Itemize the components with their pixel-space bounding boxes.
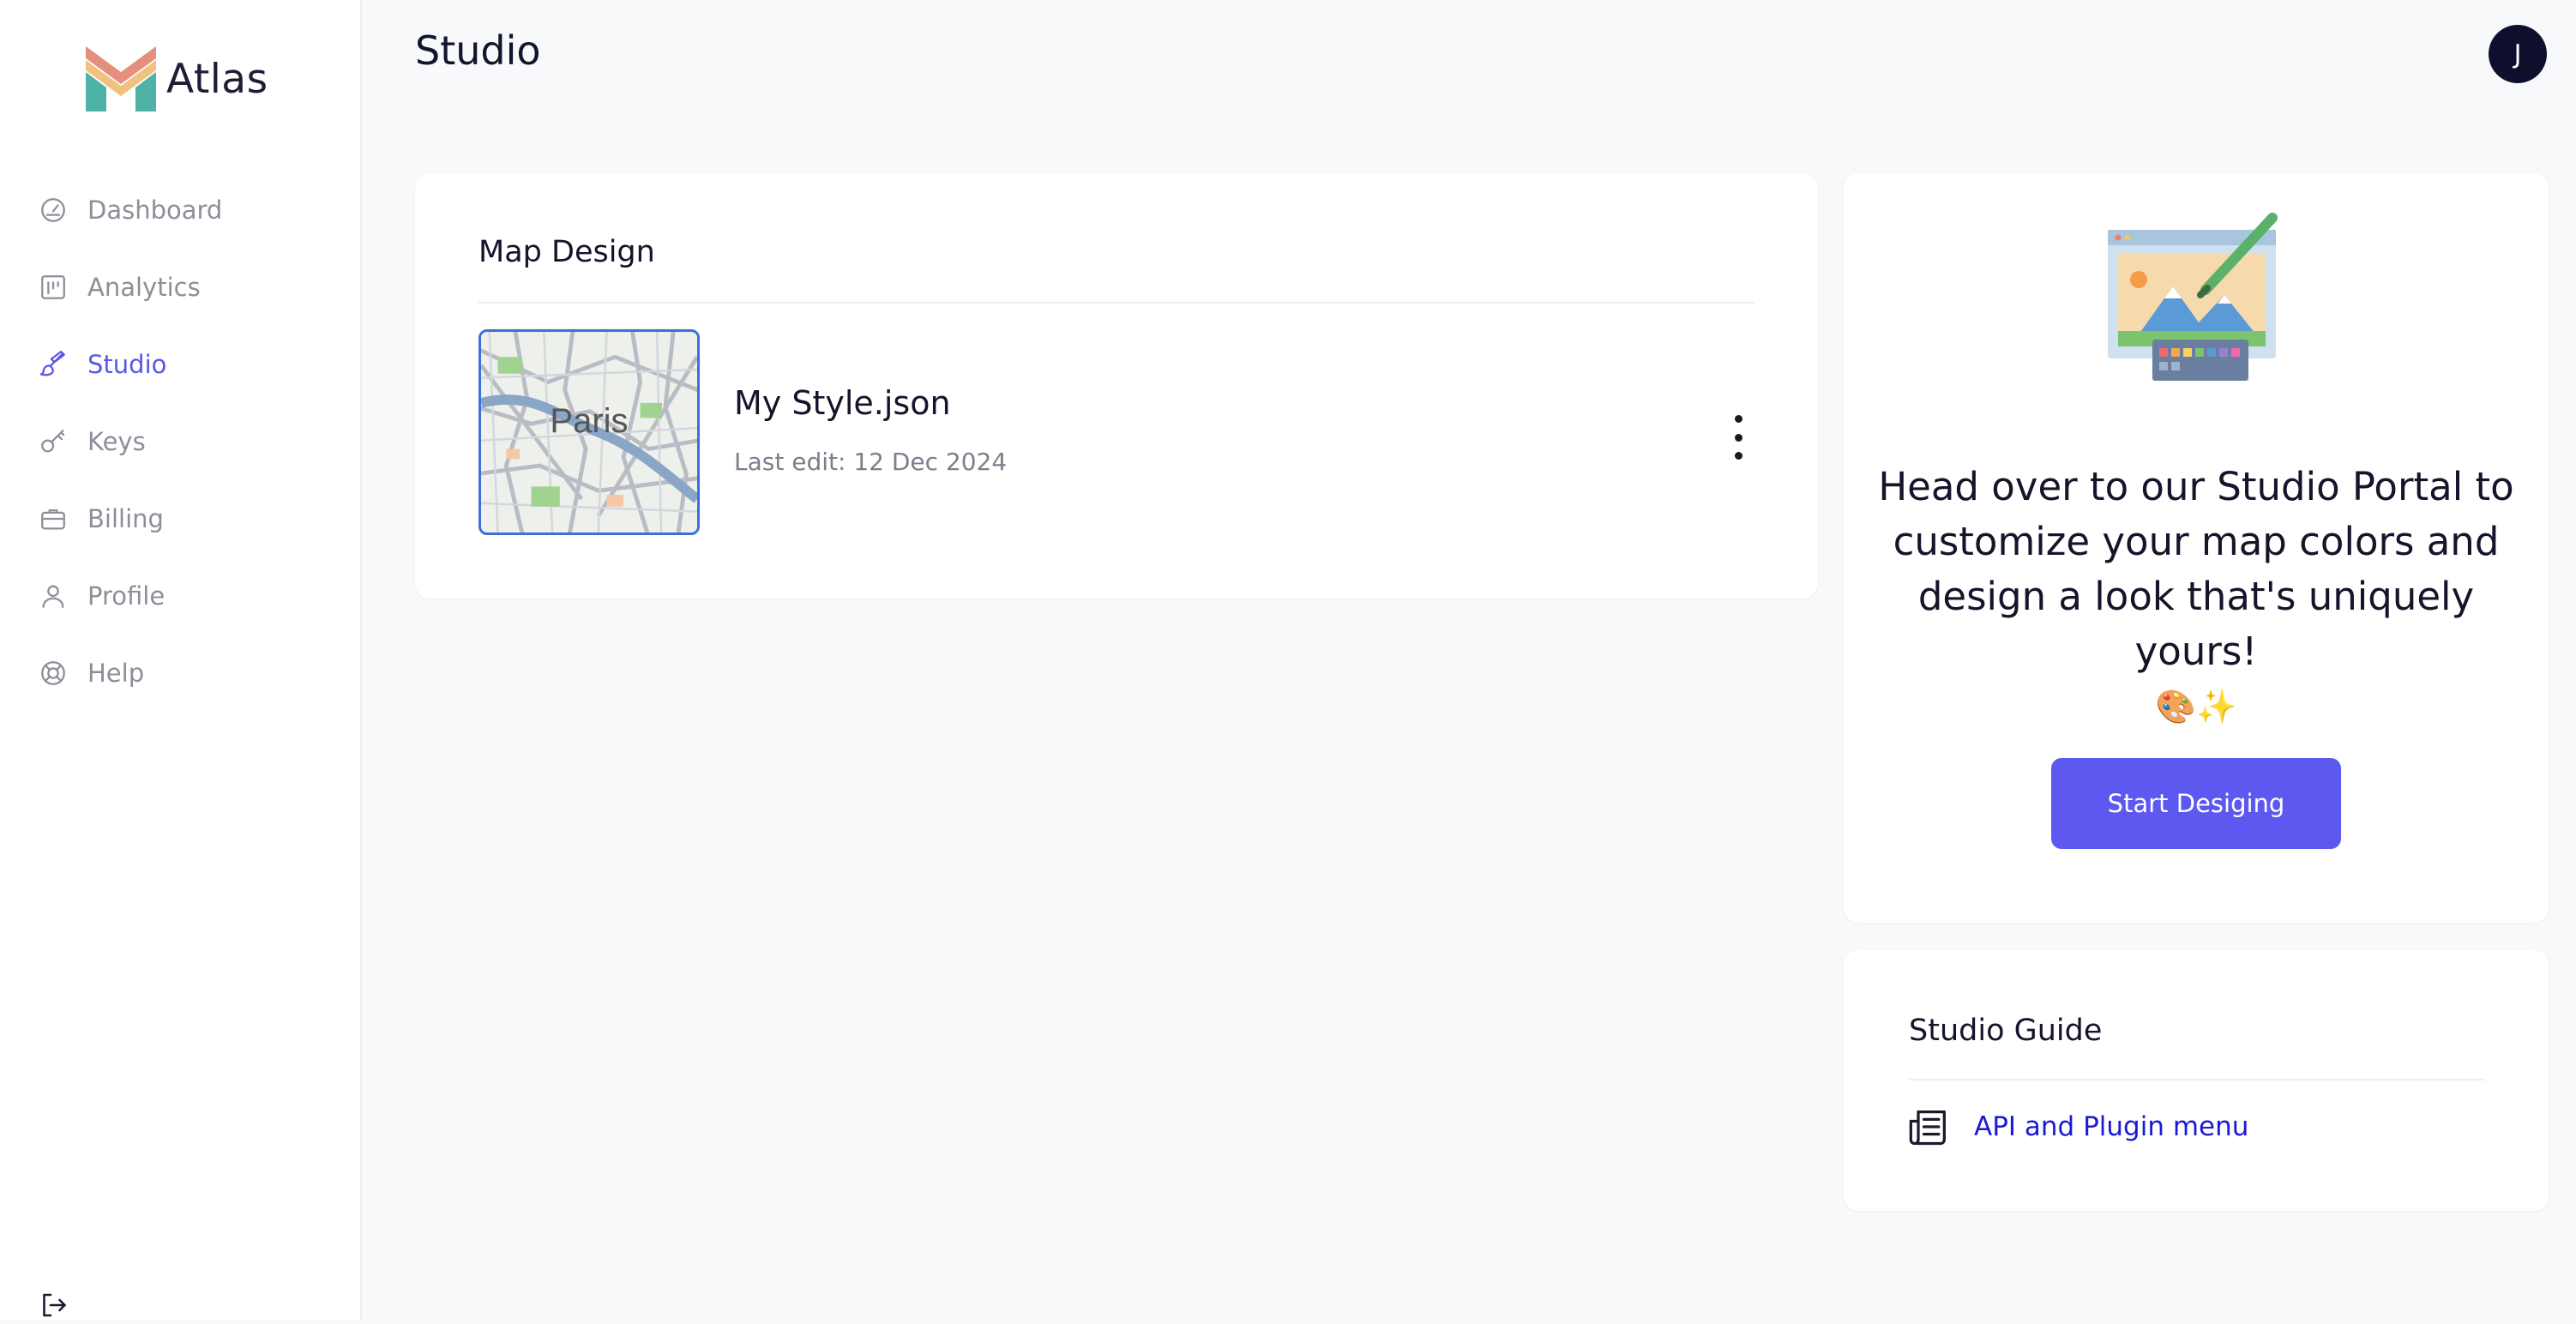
design-illustration [2108,213,2278,381]
key-icon [38,426,69,457]
map-thumbnail[interactable]: Paris [478,329,700,535]
api-plugin-menu-label: API and Plugin menu [1974,1111,2249,1142]
promo-message: Head over to our Studio Portal to custom… [1864,460,2528,734]
user-icon [38,581,69,611]
divider [478,302,1754,304]
logout-icon [43,1293,66,1317]
kebab-dot [1734,433,1742,442]
studio-guide-heading: Studio Guide [1909,1014,2103,1048]
more-options-button[interactable] [1725,415,1751,460]
page-title: Studio [415,27,541,74]
sidebar-item-label: Analytics [87,273,201,302]
sidebar: Atlas Dashboard Analytics Studio Keys Bi… [0,0,362,1321]
sidebar-item-billing[interactable]: Billing [38,493,164,545]
studio-guide-card: Studio Guide API and Plugin menu [1844,950,2549,1211]
sidebar-item-help[interactable]: Help [38,647,144,699]
sidebar-item-analytics[interactable]: Analytics [38,262,201,313]
promo-text: Head over to our Studio Portal to custom… [1878,464,2514,674]
palette-sparkles-emoji: 🎨✨ [2155,688,2237,725]
kebab-dot [1734,452,1742,460]
avatar[interactable]: J [2489,25,2547,83]
app-name: Atlas [166,55,268,103]
studio-promo-card: Head over to our Studio Portal to custom… [1844,173,2549,923]
api-plugin-menu-link[interactable]: API and Plugin menu [1907,1104,2248,1149]
sidebar-item-dashboard[interactable]: Dashboard [38,184,222,236]
lifebuoy-icon [38,658,69,689]
briefcase-icon [38,503,69,534]
map-design-card: Map Design Paris My Style.json Last edit… [415,173,1818,599]
style-file-name[interactable]: My Style.json [734,384,951,422]
sidebar-item-label: Dashboard [87,196,223,225]
sidebar-item-keys[interactable]: Keys [38,416,146,467]
sidebar-item-label: Billing [87,504,164,533]
sidebar-item-label: Keys [87,427,146,456]
kebab-dot [1734,415,1742,423]
last-edit-date: Last edit: 12 Dec 2024 [734,448,1008,476]
chart-icon [38,272,69,303]
logout-button[interactable] [38,1290,69,1321]
sidebar-item-profile[interactable]: Profile [38,570,165,622]
sidebar-item-label: Help [87,659,145,688]
atlas-logo-icon [86,46,156,111]
sidebar-item-studio[interactable]: Studio [38,339,166,390]
map-thumbnail-label: Paris [550,402,629,440]
start-designing-button[interactable]: Start Desiging [2051,758,2341,849]
divider [1909,1079,2485,1080]
sidebar-item-label: Studio [87,350,167,379]
brush-icon [38,349,69,380]
map-design-heading: Map Design [478,235,655,269]
sidebar-item-label: Profile [87,581,166,611]
app-logo[interactable]: Atlas [86,45,268,113]
newspaper-icon [1909,1110,1946,1146]
gauge-icon [38,195,69,226]
